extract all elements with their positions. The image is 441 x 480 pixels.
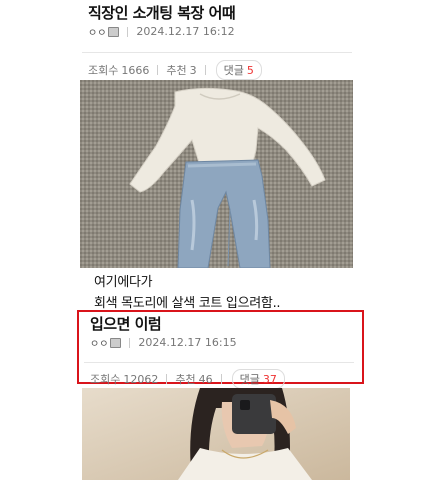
section-divider xyxy=(84,362,354,363)
image-attachment-icon xyxy=(110,337,122,348)
divider xyxy=(127,26,129,37)
divider xyxy=(157,65,159,75)
post-stats: 조회수 12062 추천 46 댓글 37 xyxy=(90,369,285,389)
comments-label: 댓글 xyxy=(223,64,244,77)
likes-label: 추천 xyxy=(175,373,196,386)
views-label: 조회수 xyxy=(90,373,121,386)
author-name[interactable]: ㅇㅇ xyxy=(88,24,106,39)
post-stats: 조회수 1666 추천 3 댓글 5 xyxy=(88,60,262,80)
comments-button[interactable]: 댓글 37 xyxy=(231,369,285,389)
author-name[interactable]: ㅇㅇ xyxy=(90,335,108,350)
divider xyxy=(166,374,168,384)
image-attachment-icon xyxy=(108,26,120,37)
post-date: 2024.12.17 16:12 xyxy=(136,25,235,38)
post-title[interactable]: 직장인 소개팅 복장 어때 xyxy=(88,2,236,23)
comments-label: 댓글 xyxy=(239,373,260,386)
outfit-photo-image xyxy=(80,80,353,268)
post-meta: ㅇㅇ 2024.12.17 16:12 xyxy=(88,24,235,39)
comments-count: 37 xyxy=(262,373,277,386)
mirror-selfie-image xyxy=(82,388,350,480)
section-divider xyxy=(82,52,352,53)
post-text-line: 여기에다가 xyxy=(94,275,153,290)
outfit-photo[interactable] xyxy=(80,80,353,268)
views-count: 12062 xyxy=(123,372,159,386)
mirror-selfie-photo[interactable] xyxy=(82,388,350,480)
post-date: 2024.12.17 16:15 xyxy=(138,336,237,349)
likes-label: 추천 xyxy=(166,64,187,77)
divider xyxy=(204,65,206,75)
views-label: 조회수 xyxy=(88,64,119,77)
views-count: 1666 xyxy=(121,63,150,77)
divider xyxy=(220,374,222,384)
post-text-line: 회색 목도리에 살색 코트 입으려함.. xyxy=(94,296,281,311)
comments-count: 5 xyxy=(246,64,254,77)
likes-count: 46 xyxy=(198,372,213,386)
post-meta: ㅇㅇ 2024.12.17 16:15 xyxy=(90,335,237,350)
divider xyxy=(129,337,131,348)
comments-button[interactable]: 댓글 5 xyxy=(215,60,262,80)
likes-count: 3 xyxy=(189,63,197,77)
post-title[interactable]: 입으면 이럼 xyxy=(90,313,162,334)
